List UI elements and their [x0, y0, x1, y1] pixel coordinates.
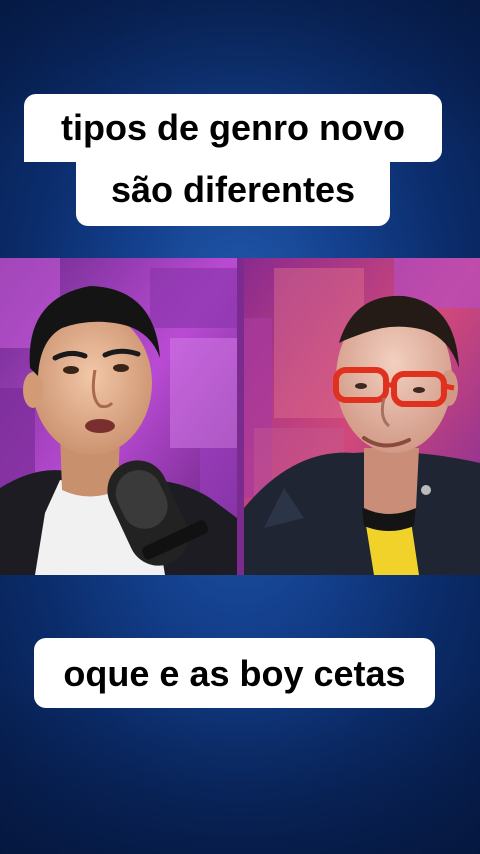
right-guest-panel	[244, 258, 480, 575]
caption-top-line-1: tipos de genro novo	[24, 94, 442, 162]
caption-bottom: oque e as boy cetas	[34, 638, 435, 708]
left-speaker-illustration	[0, 258, 237, 575]
video-frame[interactable]	[0, 258, 480, 575]
panel-divider	[237, 258, 244, 575]
caption-top-line-2: são diferentes	[76, 158, 390, 226]
right-guest-illustration	[244, 258, 480, 575]
left-speaker-panel	[0, 258, 237, 575]
